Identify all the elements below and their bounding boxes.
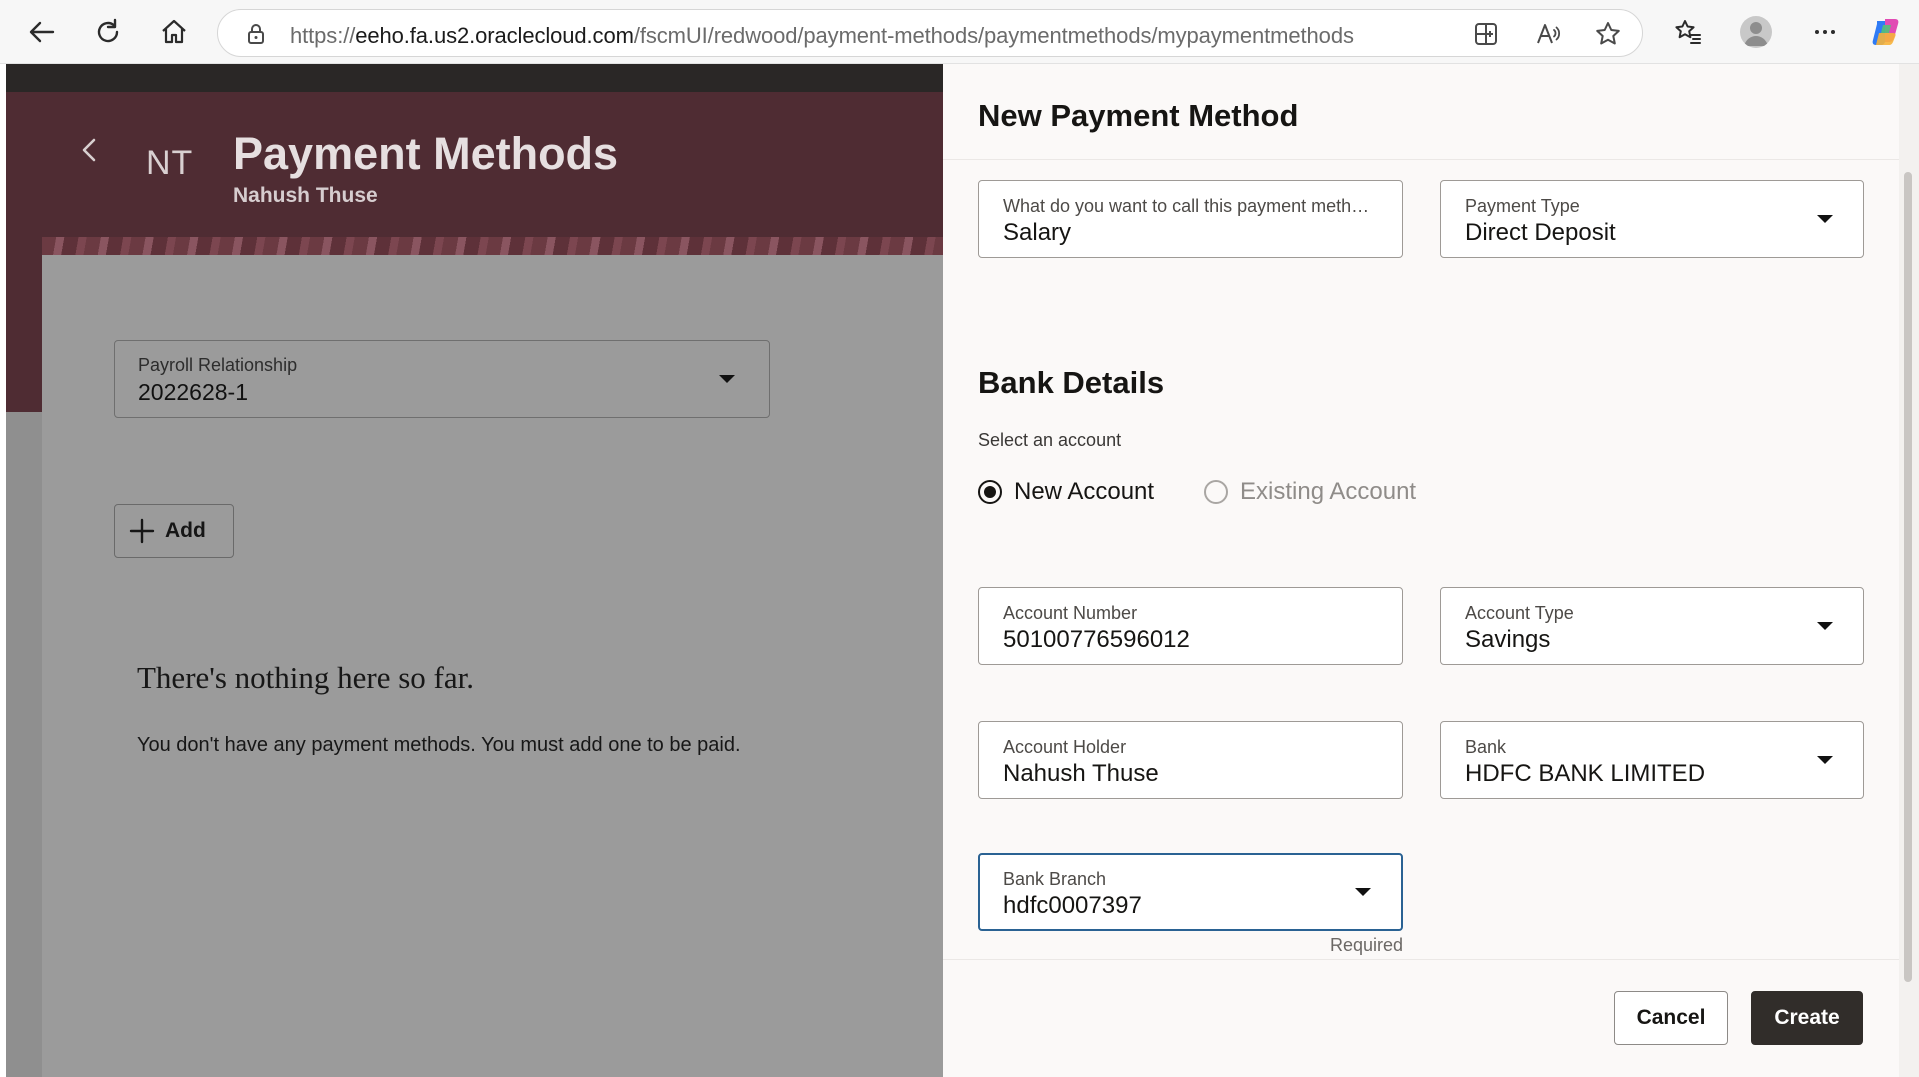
bank-branch-select[interactable]: Bank Branch hdfc0007397 bbox=[978, 853, 1403, 931]
account-holder-label: Account Holder bbox=[1003, 737, 1127, 757]
home-icon[interactable] bbox=[154, 12, 194, 52]
account-type-label: Account Type bbox=[1465, 603, 1574, 623]
select-account-label: Select an account bbox=[978, 430, 1122, 450]
refresh-icon[interactable] bbox=[88, 12, 128, 52]
bank-branch-required-hint: Required bbox=[1330, 935, 1404, 955]
add-button-label: Add bbox=[165, 519, 206, 542]
create-button[interactable]: Create bbox=[1751, 991, 1863, 1045]
chevron-left-icon[interactable] bbox=[78, 136, 102, 169]
bank-branch-value: hdfc0007397 bbox=[1003, 892, 1142, 919]
star-icon[interactable] bbox=[1592, 18, 1624, 50]
page-title: Payment Methods bbox=[233, 128, 619, 179]
payroll-relationship-select[interactable]: Payroll Relationship 2022628-1 bbox=[114, 340, 770, 418]
profile-avatar-icon[interactable] bbox=[1740, 16, 1772, 48]
browser-toolbar: https://eeho.fa.us2.oraclecloud.com/fscm… bbox=[0, 0, 1919, 64]
back-arrow-icon[interactable] bbox=[22, 12, 62, 52]
payroll-relationship-label: Payroll Relationship bbox=[138, 355, 298, 375]
caret-down-icon bbox=[1817, 215, 1833, 223]
drawer-footer-divider bbox=[943, 959, 1899, 960]
plus-icon bbox=[129, 518, 155, 544]
drawer-scrollbar-thumb[interactable] bbox=[1904, 172, 1912, 982]
user-initials: NT bbox=[146, 144, 194, 182]
account-type-value: Savings bbox=[1465, 626, 1551, 653]
radio-selected-icon[interactable] bbox=[978, 480, 1002, 504]
payment-methods-page: NT Payment Methods Nahush Thuse Payroll … bbox=[6, 64, 943, 1077]
copilot-icon[interactable] bbox=[1866, 12, 1906, 52]
app-top-strip bbox=[6, 64, 943, 92]
account-holder-value: Nahush Thuse bbox=[1003, 760, 1159, 787]
radio-unselected-icon[interactable] bbox=[1204, 480, 1228, 504]
empty-state-message: You don't have any payment methods. You … bbox=[137, 734, 741, 756]
bank-select[interactable]: Bank HDFC BANK LIMITED bbox=[1440, 721, 1864, 799]
page-subtitle: Nahush Thuse bbox=[233, 184, 378, 207]
url-scheme: https:// bbox=[290, 23, 356, 48]
account-number-label: Account Number bbox=[1003, 603, 1138, 623]
radio-existing-account[interactable]: Existing Account bbox=[1204, 478, 1416, 506]
new-payment-method-drawer: New Payment Method What do you want to c… bbox=[943, 64, 1919, 1077]
account-number-value: 50100776596012 bbox=[1003, 626, 1190, 653]
bank-branch-label: Bank Branch bbox=[1003, 869, 1107, 889]
url-path: /fscmUI/redwood/payment-methods/paymentm… bbox=[633, 23, 1354, 48]
header-decorative-pattern bbox=[42, 237, 943, 255]
read-aloud-icon[interactable] bbox=[1532, 18, 1564, 50]
payment-type-select[interactable]: Payment Type Direct Deposit bbox=[1440, 180, 1864, 258]
radio-new-account[interactable]: New Account bbox=[978, 478, 1154, 506]
payment-method-name-label: What do you want to call this payment me… bbox=[1003, 196, 1373, 216]
page-side-strip bbox=[6, 412, 42, 1077]
caret-down-icon[interactable] bbox=[1355, 888, 1371, 896]
add-payment-method-button[interactable]: Add bbox=[114, 504, 234, 558]
address-bar[interactable]: https://eeho.fa.us2.oraclecloud.com/fscm… bbox=[217, 9, 1643, 57]
drawer-title: New Payment Method bbox=[978, 98, 1299, 133]
account-holder-input[interactable]: Account Holder Nahush Thuse bbox=[978, 721, 1403, 799]
bank-value: HDFC BANK LIMITED bbox=[1465, 760, 1706, 787]
caret-down-icon bbox=[1817, 622, 1833, 630]
account-type-select[interactable]: Account Type Savings bbox=[1440, 587, 1864, 665]
radio-new-account-label: New Account bbox=[1014, 478, 1155, 505]
payment-method-name-value: Salary bbox=[1003, 219, 1072, 246]
drawer-header-divider bbox=[943, 159, 1899, 160]
account-number-input[interactable]: Account Number 50100776596012 bbox=[978, 587, 1403, 665]
url-host: eeho.fa.us2.oraclecloud.com bbox=[355, 23, 634, 48]
more-dots-icon[interactable] bbox=[1805, 12, 1845, 52]
bank-details-heading: Bank Details bbox=[978, 365, 1165, 400]
radio-existing-account-label: Existing Account bbox=[1240, 478, 1417, 505]
bank-label: Bank bbox=[1465, 737, 1507, 757]
split-screen-icon[interactable] bbox=[1470, 18, 1502, 50]
empty-state-title: There's nothing here so far. bbox=[137, 660, 475, 695]
cancel-button[interactable]: Cancel bbox=[1614, 991, 1728, 1045]
caret-down-icon bbox=[1817, 756, 1833, 764]
payment-method-name-input[interactable]: What do you want to call this payment me… bbox=[978, 180, 1403, 258]
url-text[interactable]: https://eeho.fa.us2.oraclecloud.com/fscm… bbox=[290, 23, 1354, 49]
lock-icon[interactable] bbox=[240, 18, 272, 50]
favorites-list-icon[interactable] bbox=[1668, 12, 1708, 52]
payment-type-value: Direct Deposit bbox=[1465, 219, 1616, 246]
payroll-relationship-value: 2022628-1 bbox=[138, 379, 248, 405]
caret-down-icon bbox=[719, 375, 735, 383]
payment-type-label: Payment Type bbox=[1465, 196, 1580, 216]
